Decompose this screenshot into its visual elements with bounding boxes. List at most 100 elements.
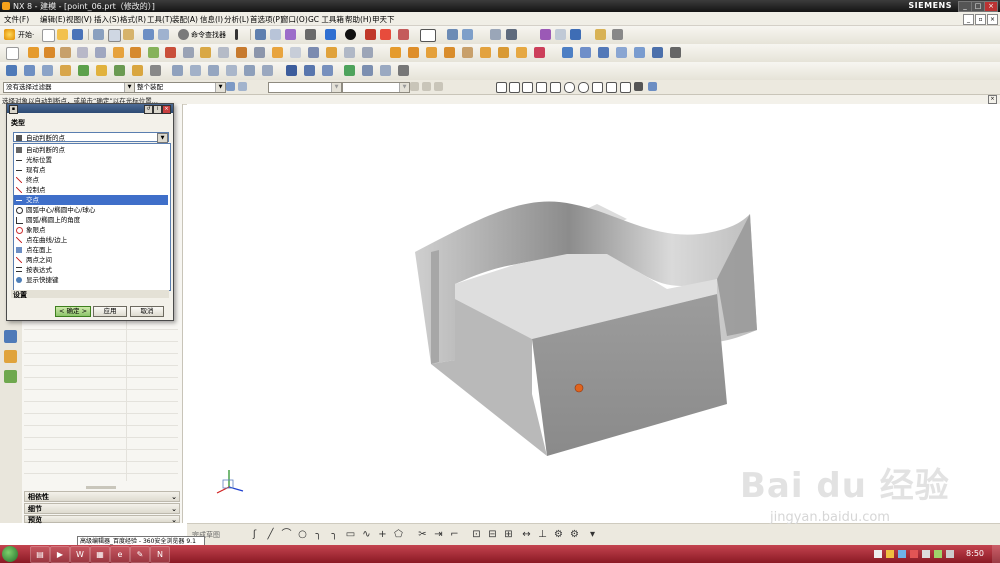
- word-task-icon[interactable]: W: [70, 546, 90, 563]
- point-type-select[interactable]: 自动判断的点 ▼: [13, 132, 169, 143]
- stop-at-intersection-icon[interactable]: [422, 82, 431, 91]
- option-cursor-location[interactable]: 光标位置: [14, 155, 168, 165]
- doc-close-icon[interactable]: ×: [987, 14, 998, 25]
- menu-assembly[interactable]: 装配(A): [172, 14, 198, 25]
- new-file-icon[interactable]: [42, 29, 55, 42]
- groove-icon[interactable]: [130, 47, 141, 58]
- tray-app-icon[interactable]: [910, 550, 918, 558]
- slot-icon[interactable]: [148, 47, 159, 58]
- quick-trim-icon[interactable]: ✂: [417, 529, 428, 540]
- reuse-library-tab-icon[interactable]: [4, 370, 17, 383]
- spline-icon[interactable]: [132, 65, 143, 76]
- mid-point-snap-icon[interactable]: [522, 82, 533, 93]
- command-finder-button[interactable]: 命令查找器: [191, 30, 226, 40]
- close-button[interactable]: ×: [984, 1, 998, 12]
- offset-face-icon[interactable]: [344, 47, 355, 58]
- hole-icon[interactable]: [60, 47, 71, 58]
- menu-insert[interactable]: 插入(S): [94, 14, 120, 25]
- redo-icon[interactable]: [158, 29, 169, 40]
- doc-restore-icon[interactable]: ▫: [975, 14, 986, 25]
- browser-task-icon[interactable]: e: [110, 546, 130, 563]
- wcs-icon[interactable]: [462, 29, 473, 40]
- menu-gc-toolbox[interactable]: GC 工具箱: [308, 14, 344, 25]
- sync-pull-icon[interactable]: [408, 47, 419, 58]
- offset-curve-icon[interactable]: [172, 65, 183, 76]
- analysis-icon[interactable]: [344, 65, 355, 76]
- pattern-icon[interactable]: [308, 47, 319, 58]
- trim-body-icon[interactable]: [218, 47, 229, 58]
- datum-csys-icon[interactable]: [6, 65, 17, 76]
- bounded-plane-icon[interactable]: [652, 47, 663, 58]
- select-all-icon[interactable]: [226, 82, 235, 91]
- arc-icon[interactable]: [114, 65, 125, 76]
- orient-view-icon[interactable]: [305, 29, 316, 40]
- menu-format[interactable]: 格式(R): [120, 14, 146, 25]
- ruler-icon[interactable]: [595, 29, 606, 40]
- type-section-header[interactable]: 类型: [11, 118, 25, 128]
- quick-extend-icon[interactable]: ⇥: [433, 529, 444, 540]
- dialog-title-bar[interactable]: ▪ ↺ i ×: [7, 104, 173, 114]
- clip-icon[interactable]: [380, 29, 391, 40]
- option-inferred-point[interactable]: 自动判断的点: [14, 145, 168, 155]
- intersect-icon[interactable]: [200, 47, 211, 58]
- start-button[interactable]: 开始·: [18, 30, 34, 40]
- maximize-button[interactable]: □: [971, 1, 985, 12]
- sync-move-icon[interactable]: [390, 47, 401, 58]
- menu-info[interactable]: 信息(I): [200, 14, 223, 25]
- project-curve-icon[interactable]: [190, 65, 201, 76]
- curve-length-icon[interactable]: [322, 65, 333, 76]
- tray-network-icon[interactable]: [874, 550, 882, 558]
- curve-rule-select[interactable]: ▼: [342, 82, 410, 93]
- windows-start-icon[interactable]: [2, 546, 18, 562]
- curve-options-icon[interactable]: [150, 65, 161, 76]
- point-on-curve-snap-icon[interactable]: [606, 82, 617, 93]
- rectangle-icon[interactable]: ▭: [345, 529, 356, 540]
- deviation-icon[interactable]: [380, 65, 391, 76]
- point-icon[interactable]: [60, 65, 71, 76]
- feature-curve-icon[interactable]: [434, 82, 443, 91]
- tray-volume-icon[interactable]: [922, 550, 930, 558]
- profile-icon[interactable]: ʃ: [249, 529, 260, 540]
- point-marker[interactable]: [574, 383, 584, 393]
- info-icon[interactable]: [506, 29, 517, 40]
- point-on-face-snap-icon[interactable]: [620, 82, 631, 93]
- sync-delete-icon[interactable]: [480, 47, 491, 58]
- option-angle-on-arc[interactable]: 圆弧/椭圆上的角度: [14, 215, 168, 225]
- render-style-icon[interactable]: [345, 29, 356, 40]
- tray-ime-icon[interactable]: [898, 550, 906, 558]
- curvature-comb-icon[interactable]: [362, 65, 373, 76]
- option-by-expression[interactable]: 按表达式: [14, 265, 168, 275]
- save-icon[interactable]: [72, 29, 83, 40]
- chevron-down-icon[interactable]: ▼: [157, 133, 168, 143]
- snap-enable-icon[interactable]: [496, 82, 507, 93]
- unite-icon[interactable]: [165, 47, 176, 58]
- dependencies-section[interactable]: 相依性 ⌄: [24, 491, 180, 502]
- undo-icon[interactable]: [143, 29, 154, 40]
- window-icon[interactable]: [255, 29, 266, 40]
- option-arc-center[interactable]: 圆弧中心/椭圆中心/球心: [14, 205, 168, 215]
- menu-preferences[interactable]: 首选项(P): [250, 14, 283, 25]
- polygon-icon[interactable]: ⬠: [393, 529, 404, 540]
- control-point-snap-icon[interactable]: [536, 82, 547, 93]
- layer-icon[interactable]: [398, 29, 409, 40]
- bounded-grid-snap-icon[interactable]: [634, 82, 643, 91]
- details-section[interactable]: 细节 ⌄: [24, 503, 180, 514]
- sync-offset-icon[interactable]: [426, 47, 437, 58]
- snap-filter-select[interactable]: ▼: [268, 82, 342, 93]
- point-set-icon[interactable]: [78, 65, 89, 76]
- cut-icon[interactable]: [93, 29, 104, 40]
- menu-custom[interactable]: 甲天下: [372, 14, 395, 25]
- option-control-point[interactable]: 控制点: [14, 185, 168, 195]
- datum-axis-icon[interactable]: [42, 65, 53, 76]
- explorer-task-icon[interactable]: ▤: [30, 546, 50, 563]
- pocket-icon[interactable]: [95, 47, 106, 58]
- nx-task-icon[interactable]: N: [150, 546, 170, 563]
- subtract-icon[interactable]: [183, 47, 194, 58]
- preview-section[interactable]: 预览 ⌄: [24, 515, 180, 524]
- surface-mesh-icon[interactable]: [580, 47, 591, 58]
- measure-icon[interactable]: [540, 29, 551, 40]
- n-sided-icon[interactable]: [634, 47, 645, 58]
- tray-flag-icon[interactable]: [946, 550, 954, 558]
- assembly-navigator-tab-icon[interactable]: [4, 350, 17, 363]
- analysis-options-icon[interactable]: [398, 65, 409, 76]
